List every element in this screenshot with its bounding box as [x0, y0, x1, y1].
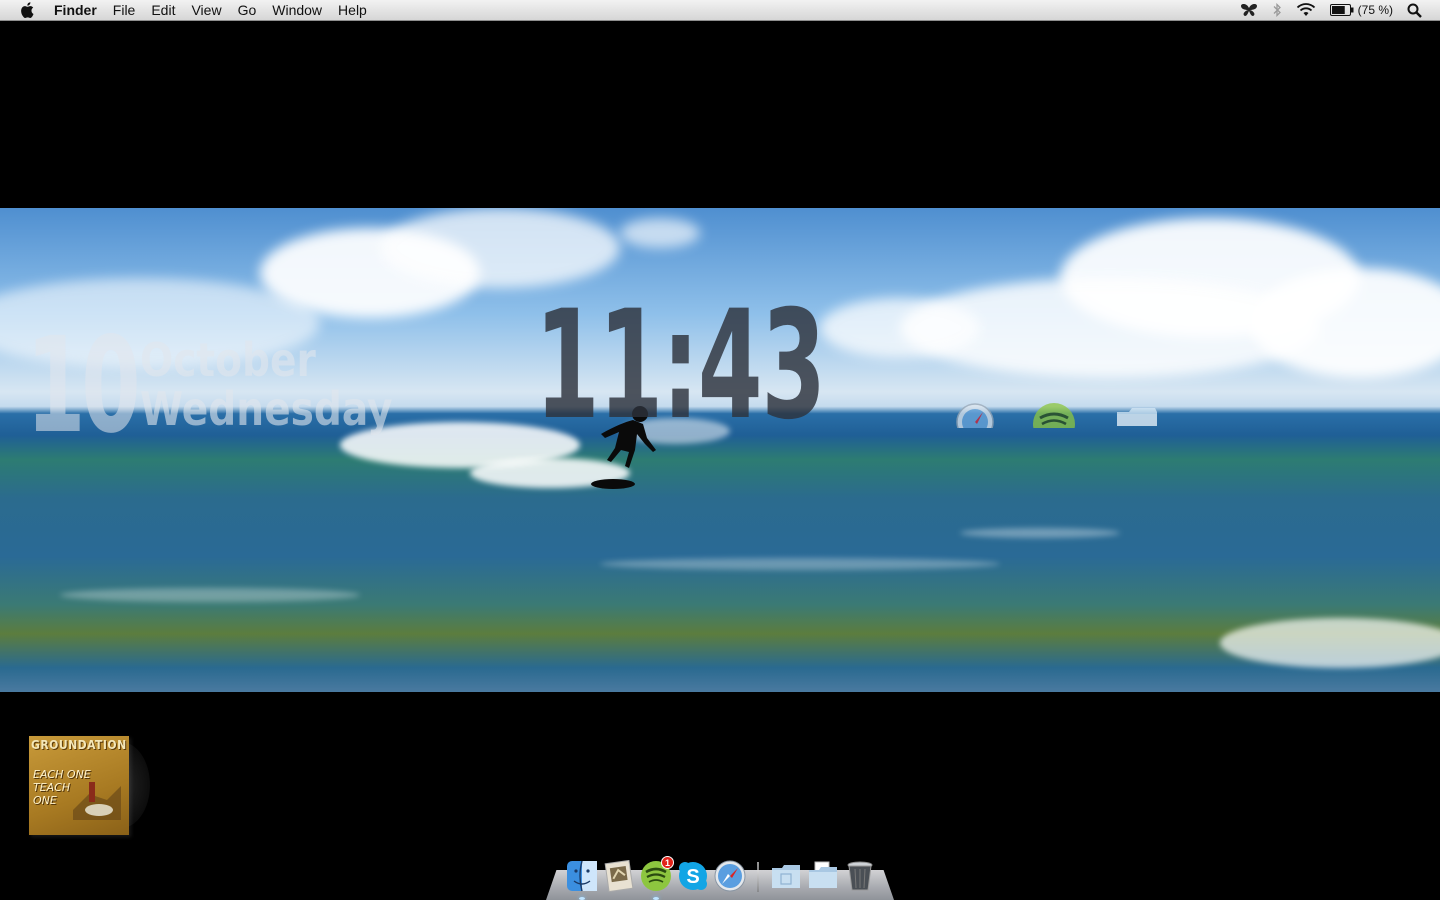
dock-separator — [757, 862, 759, 892]
date-day-number: 10 — [26, 309, 141, 463]
wave-foam — [600, 558, 1000, 570]
documents-folder-icon — [809, 861, 837, 888]
date-month: October — [140, 333, 316, 387]
dock-item-finder[interactable] — [566, 860, 598, 900]
album-artist: GROUNDATION — [31, 738, 127, 752]
cloud — [620, 218, 700, 248]
menu-bar-status: (75 %) — [1240, 0, 1440, 20]
menu-view[interactable]: View — [183, 0, 229, 21]
svg-text:S: S — [686, 866, 699, 888]
trash-icon — [847, 861, 873, 891]
album-artwork — [73, 782, 121, 820]
dock-icons: 1 S — [566, 852, 876, 900]
folder-icon — [772, 865, 800, 888]
spotify-icon[interactable] — [1032, 402, 1076, 428]
date-weekday: Wednesday — [140, 382, 393, 436]
wave-foam — [960, 528, 1120, 538]
battery-status[interactable]: (75 %) — [1329, 3, 1393, 17]
notification-badge: 1 — [661, 856, 674, 869]
wave-foam — [1220, 618, 1440, 668]
dock-item-applications-folder[interactable] — [770, 860, 802, 892]
menu-bar: Finder File Edit View Go Window Help (75… — [0, 0, 1440, 21]
safari-icon — [714, 860, 746, 892]
dock-item-trash[interactable] — [844, 860, 876, 892]
mail-icon — [604, 860, 634, 892]
menu-edit[interactable]: Edit — [143, 0, 183, 21]
battery-icon — [1329, 4, 1354, 16]
dock-item-skype[interactable]: S — [677, 860, 709, 892]
dock-item-spotify[interactable]: 1 — [640, 856, 674, 900]
dock-item-documents-folder[interactable] — [807, 860, 839, 892]
finder-icon — [567, 860, 597, 892]
menu-bar-left: Finder File Edit View Go Window Help — [0, 0, 375, 20]
dock-item-safari[interactable] — [714, 860, 746, 892]
menu-file[interactable]: File — [105, 0, 144, 21]
menu-help[interactable]: Help — [330, 0, 375, 21]
cloud — [820, 298, 980, 358]
skype-icon: S — [679, 862, 707, 890]
desktop-clock: 11:43 — [535, 279, 826, 453]
butterfly-icon[interactable] — [1240, 2, 1258, 18]
menu-window[interactable]: Window — [264, 0, 330, 21]
safari-icon[interactable] — [955, 402, 995, 428]
menu-go[interactable]: Go — [230, 0, 265, 21]
dock-item-mail[interactable] — [603, 860, 635, 892]
folder-icon[interactable] — [1115, 406, 1159, 428]
menu-app-name[interactable]: Finder — [46, 0, 105, 21]
battery-percentage: (75 %) — [1357, 3, 1393, 17]
album-cover[interactable]: GROUNDATION EACH ONE TEACH ONE — [29, 736, 129, 835]
wave-foam — [60, 588, 360, 602]
wifi-icon[interactable] — [1296, 2, 1316, 18]
spotlight-search-icon[interactable] — [1407, 2, 1422, 18]
bluetooth-icon[interactable] — [1272, 2, 1282, 18]
cloud — [380, 208, 620, 288]
apple-logo-icon[interactable] — [18, 1, 36, 19]
dock: 1 S — [546, 852, 894, 900]
